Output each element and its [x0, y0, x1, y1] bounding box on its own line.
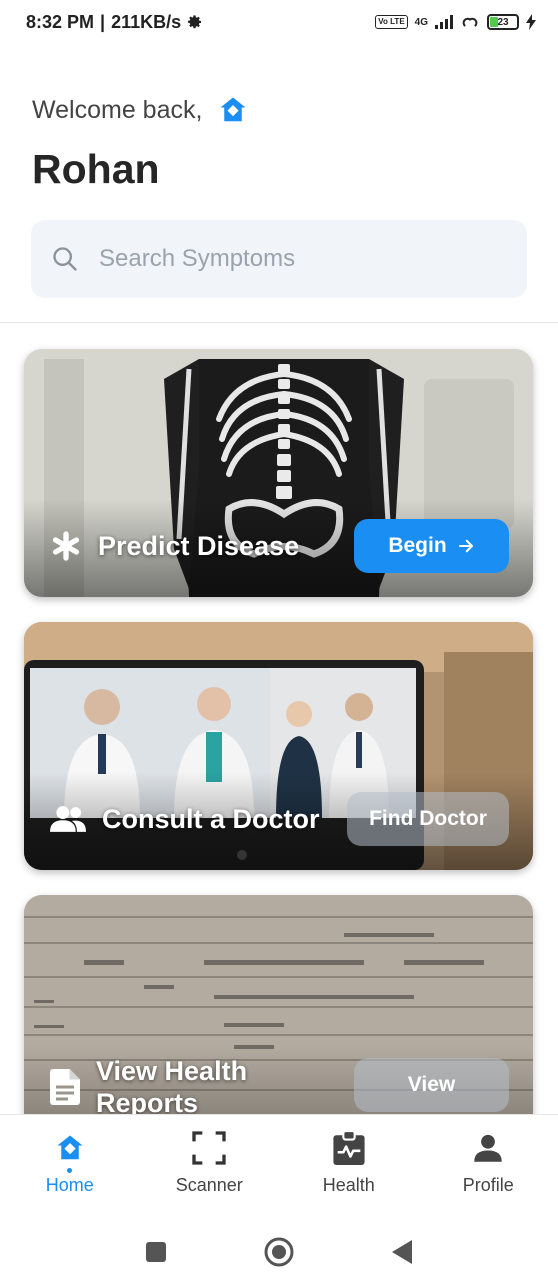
system-navigation-bar	[0, 1224, 558, 1280]
welcome-row: Welcome back,	[32, 95, 248, 125]
nav-scanner-icon-wrap	[189, 1129, 229, 1167]
people-icon	[50, 806, 86, 832]
begin-button[interactable]: Begin	[354, 519, 509, 573]
health-reports-label: View Health Reports	[96, 1055, 247, 1119]
nav-health-icon-wrap	[333, 1129, 365, 1167]
battery-level: 23	[497, 16, 509, 28]
health-reports-label-line1: View Health	[96, 1056, 248, 1086]
status-separator: |	[100, 11, 106, 32]
view-button-label: View	[407, 1073, 456, 1096]
consult-doctor-title: Consult a Doctor	[50, 804, 320, 835]
volte-badge: Vo LTE	[375, 15, 408, 29]
nav-profile-icon-wrap	[473, 1129, 503, 1167]
status-time: 8:32 PM	[26, 11, 95, 32]
network-type: 4G	[414, 16, 428, 28]
bottom-navigation: Home Scanner Health Profile	[0, 1114, 558, 1224]
consult-doctor-card[interactable]: Consult a Doctor Find Doctor	[24, 622, 533, 870]
find-doctor-button-label: Find Doctor	[369, 807, 487, 830]
consult-doctor-row: Consult a Doctor Find Doctor	[50, 792, 509, 846]
home-icon	[57, 1135, 83, 1160]
hotspot-loop-icon	[462, 17, 478, 27]
status-left: 8:32 PM | 211KB/s	[26, 12, 203, 33]
document-icon	[50, 1069, 80, 1105]
nav-profile-label: Profile	[462, 1175, 514, 1195]
predict-disease-card[interactable]: Predict Disease Begin	[24, 349, 533, 597]
arrow-right-icon	[458, 539, 473, 553]
back-triangle-icon[interactable]	[390, 1239, 414, 1265]
recents-square-icon[interactable]	[144, 1240, 168, 1264]
search-icon	[53, 247, 77, 271]
begin-button-label: Begin	[388, 534, 447, 557]
nav-health[interactable]: Health	[289, 1129, 409, 1224]
nav-scanner-label: Scanner	[175, 1175, 243, 1195]
nav-scanner[interactable]: Scanner	[149, 1129, 269, 1224]
signal-icon	[435, 15, 453, 29]
home-circle-icon[interactable]	[263, 1236, 295, 1268]
health-icon	[333, 1131, 365, 1165]
settings-gear-icon	[188, 15, 202, 29]
health-reports-title: View Health Reports	[50, 1055, 247, 1119]
home-logo-icon	[220, 97, 246, 122]
welcome-text: Welcome back,	[32, 95, 203, 124]
status-right: Vo LTE 4G 23	[375, 14, 536, 30]
find-doctor-button[interactable]: Find Doctor	[347, 792, 509, 846]
battery-icon: 23	[487, 14, 519, 30]
nav-home[interactable]: Home	[10, 1129, 130, 1224]
search-input[interactable]	[99, 245, 479, 273]
status-speed: 211KB/s	[111, 11, 182, 32]
consult-doctor-label: Consult a Doctor	[102, 803, 320, 834]
predict-disease-title: Predict Disease	[50, 530, 299, 562]
status-bar: 8:32 PM | 211KB/s Vo LTE 4G 23	[0, 0, 558, 44]
active-indicator-dot	[67, 1168, 73, 1173]
view-button[interactable]: View	[354, 1058, 509, 1112]
profile-icon	[474, 1134, 502, 1162]
nav-home-label: Home	[45, 1175, 94, 1195]
scanner-icon	[192, 1131, 226, 1165]
nav-health-label: Health	[322, 1175, 375, 1195]
nav-home-icon-wrap	[55, 1129, 85, 1173]
predict-disease-row: Predict Disease Begin	[50, 519, 509, 573]
user-name: Rohan	[32, 146, 160, 192]
health-reports-row: View Health Reports View	[50, 1055, 509, 1119]
charging-bolt-icon	[526, 14, 536, 30]
nav-profile[interactable]: Profile	[428, 1129, 548, 1224]
predict-disease-label: Predict Disease	[98, 530, 300, 561]
search-bar[interactable]	[31, 220, 527, 298]
header-divider	[0, 322, 558, 323]
asterisk-icon	[52, 531, 80, 561]
